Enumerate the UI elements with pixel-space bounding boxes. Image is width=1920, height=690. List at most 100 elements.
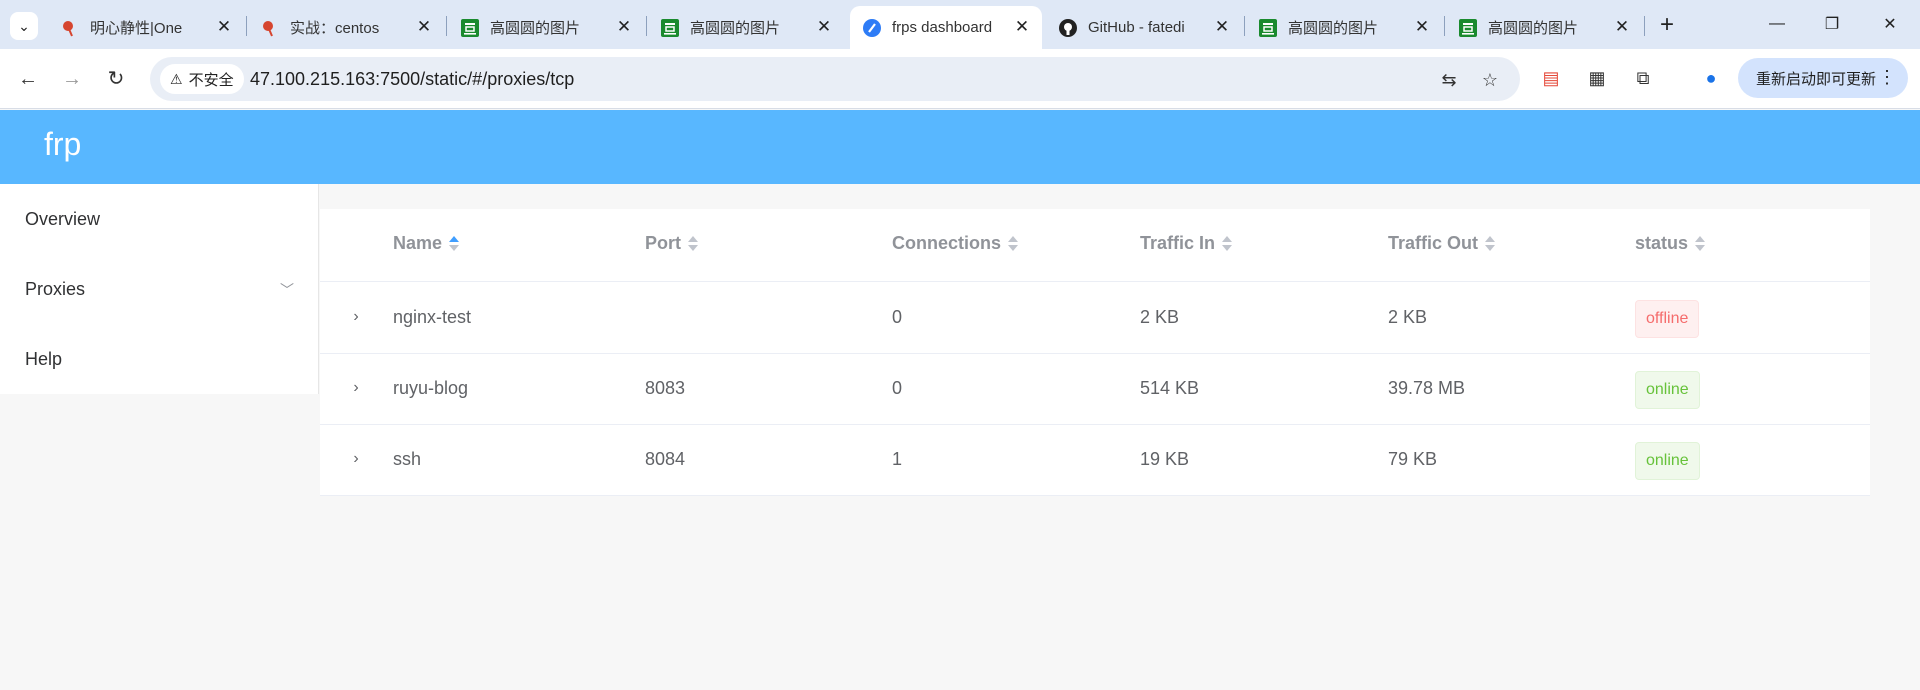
close-icon[interactable]: ✕ [1412, 17, 1432, 37]
cell-traffic-out: 79 KB [1388, 449, 1438, 469]
table-header: Name Port Connections Traffic In Traffic… [320, 209, 1870, 282]
table-row[interactable]: › ruyu-blog 8083 0 514 KB 39.78 MB onlin… [320, 354, 1870, 425]
tab-title: GitHub - fatedi [1088, 19, 1185, 36]
browser-tab[interactable]: 高圆圆的图片 ✕ [448, 6, 644, 49]
chevron-right-icon[interactable]: › [346, 449, 366, 469]
back-button[interactable]: ← [12, 63, 44, 95]
arrow-left-icon: ← [18, 68, 38, 90]
cell-name: ruyu-blog [393, 378, 469, 398]
cell-name: ssh [393, 449, 422, 469]
status-badge: online [1635, 371, 1700, 409]
new-tab-button[interactable]: + [1652, 10, 1682, 40]
security-label: 不安全 [188, 71, 234, 89]
close-icon: ✕ [1883, 16, 1897, 33]
sidebar-item-label: Help [25, 348, 63, 369]
sort-icon[interactable] [449, 236, 460, 251]
restore-icon: ❐ [1824, 16, 1840, 33]
cell-connections: 0 [892, 378, 903, 398]
profile-avatar-icon[interactable]: ● [1696, 63, 1726, 93]
tab-divider [646, 16, 647, 36]
tab-divider [1644, 16, 1645, 36]
column-label: Name [393, 233, 443, 253]
window-close-button[interactable]: ✕ [1870, 8, 1910, 40]
browser-tab[interactable]: 高圆圆的图片 ✕ [1446, 6, 1642, 49]
cell-connections: 0 [892, 307, 903, 327]
extensions-puzzle-icon[interactable]: ⧉ [1628, 63, 1658, 93]
restore-button[interactable]: ❐ [1812, 8, 1852, 40]
url-text[interactable]: 47.100.215.163:7500/static/#/proxies/tcp [250, 69, 574, 90]
cell-port: 8083 [645, 378, 686, 398]
sort-icon[interactable] [1008, 236, 1019, 251]
extension-red-icon[interactable]: ▤ [1536, 63, 1566, 93]
sort-icon[interactable] [1485, 236, 1496, 251]
column-header-traffic-in[interactable]: Traffic In [1140, 233, 1233, 254]
red-flower-icon [260, 18, 280, 38]
minimize-button[interactable]: — [1757, 8, 1797, 40]
tab-divider [1444, 16, 1445, 36]
browser-tab[interactable]: 明心静性|One ✕ [48, 6, 244, 49]
column-header-status[interactable]: status [1635, 233, 1706, 254]
security-indicator[interactable]: ⚠ 不安全 [160, 64, 244, 94]
update-label: 重新启动即可更新 [1756, 70, 1877, 88]
browser-tab[interactable]: GitHub - fatedi ✕ [1046, 6, 1242, 49]
address-bar[interactable]: ⚠ 不安全 47.100.215.163:7500/static/#/proxi… [150, 57, 1520, 101]
chevron-right-icon[interactable]: › [346, 307, 366, 327]
table-row[interactable]: › nginx-test 0 2 KB 2 KB offline [320, 283, 1870, 354]
forward-button[interactable]: → [56, 63, 88, 95]
cell-traffic-in: 2 KB [1140, 307, 1180, 327]
tab-title: 实战：centos在 [290, 20, 380, 37]
browser-tab-active[interactable]: frps dashboard ✕ [850, 6, 1042, 49]
browser-tab[interactable]: 实战：centos在 ✕ [248, 6, 444, 49]
tab-divider [246, 16, 247, 36]
close-icon[interactable]: ✕ [1212, 17, 1232, 37]
cell-name: nginx-test [393, 307, 472, 327]
update-button[interactable]: 重新启动即可更新 ⋮ [1738, 58, 1908, 98]
tab-search-button[interactable]: ⌄ [10, 12, 38, 40]
close-icon[interactable]: ✕ [814, 17, 834, 37]
close-icon[interactable]: ✕ [1612, 17, 1632, 37]
red-flower-icon [60, 18, 80, 38]
sidebar-item-proxies[interactable]: Proxies ﹀ [0, 254, 319, 324]
tab-title: 高圆圆的图片 [690, 20, 781, 37]
column-header-connections[interactable]: Connections [892, 233, 1019, 254]
douban-icon [1258, 18, 1278, 38]
close-icon[interactable]: ✕ [1012, 17, 1032, 37]
column-label: status [1635, 233, 1689, 253]
sort-icon[interactable] [1695, 236, 1706, 251]
warning-icon: ⚠ [170, 70, 183, 87]
proxies-table: Name Port Connections Traffic In Traffic… [320, 209, 1870, 496]
arrow-right-icon: → [62, 68, 82, 90]
table-row[interactable]: › ssh 8084 1 19 KB 79 KB online [320, 425, 1870, 496]
qr-code-icon[interactable]: ▦ [1582, 63, 1612, 93]
sidebar-item-overview[interactable]: Overview [0, 184, 319, 254]
sort-icon[interactable] [688, 236, 698, 251]
close-icon[interactable]: ✕ [414, 17, 434, 37]
cell-traffic-in: 514 KB [1140, 378, 1200, 398]
frp-icon [862, 18, 882, 38]
column-label: Traffic Out [1388, 233, 1479, 253]
browser-tab[interactable]: 高圆圆的图片 ✕ [648, 6, 844, 49]
column-header-traffic-out[interactable]: Traffic Out [1388, 233, 1496, 254]
close-icon[interactable]: ✕ [214, 17, 234, 37]
chevron-down-icon: ﹀ [280, 282, 294, 298]
column-header-name[interactable]: Name [393, 233, 460, 254]
translate-icon[interactable]: ⇆ [1436, 67, 1462, 93]
browser-tab-strip: ⌄ 明心静性|One ✕ 实战：centos在 ✕ 高圆圆的图片 ✕ 高圆圆的图… [0, 0, 1920, 49]
sidebar-item-help[interactable]: Help [0, 324, 319, 394]
reload-button[interactable]: ↻ [100, 63, 132, 95]
chevron-right-icon[interactable]: › [346, 378, 366, 398]
column-label: Traffic In [1140, 233, 1216, 253]
star-icon[interactable]: ☆ [1477, 67, 1503, 93]
cell-traffic-in: 19 KB [1140, 449, 1190, 469]
sort-icon[interactable] [1222, 236, 1233, 251]
column-label: Port [645, 233, 681, 253]
app-logo[interactable]: frp [44, 126, 81, 163]
douban-icon [460, 18, 480, 38]
tab-title: 高圆圆的图片 [490, 20, 581, 37]
column-label: Connections [892, 233, 1002, 253]
tab-divider [446, 16, 447, 36]
minimize-icon: — [1769, 15, 1785, 32]
close-icon[interactable]: ✕ [614, 17, 634, 37]
browser-tab[interactable]: 高圆圆的图片 ✕ [1246, 6, 1442, 49]
column-header-port[interactable]: Port [645, 233, 698, 254]
